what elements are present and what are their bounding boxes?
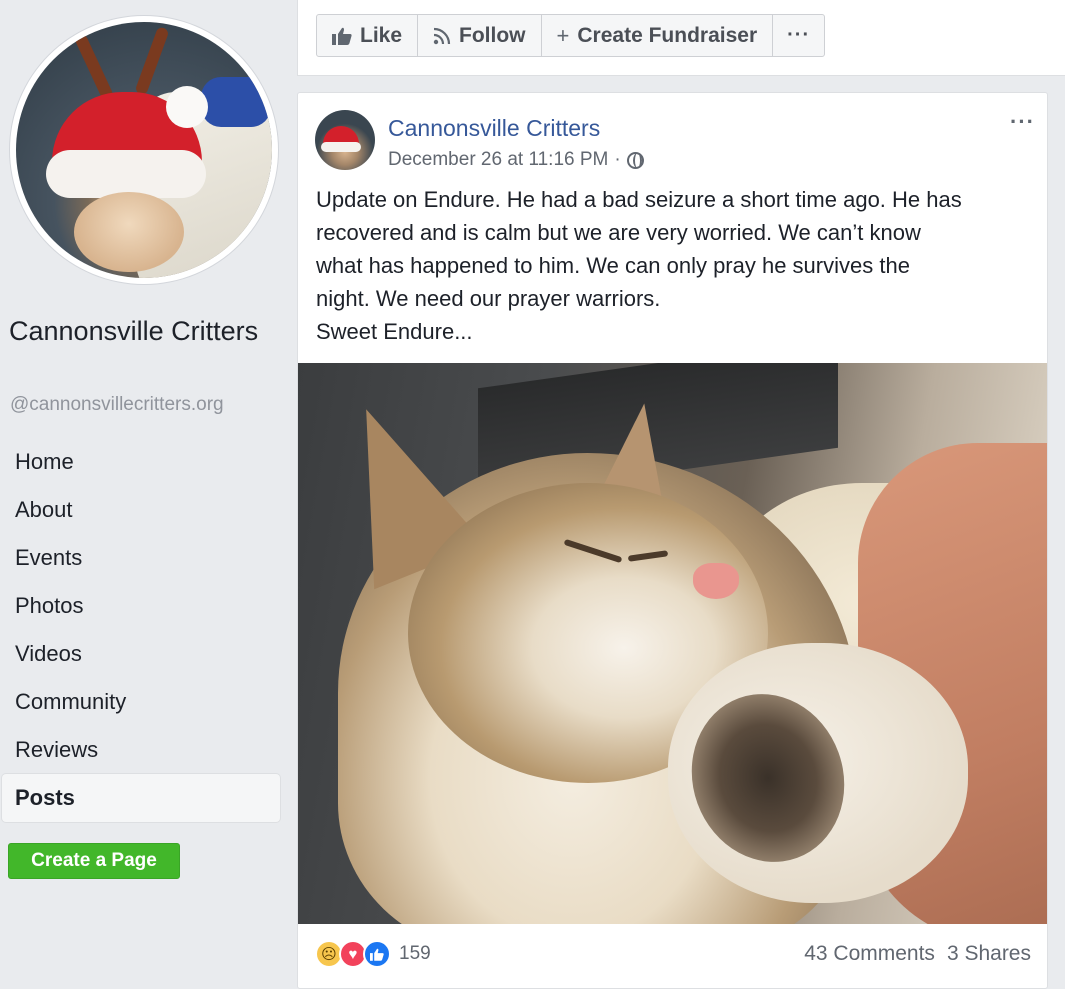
post-author-name[interactable]: Cannonsville Critters (388, 115, 600, 142)
follow-page-button[interactable]: Follow (418, 15, 542, 56)
nav-item-reviews[interactable]: Reviews (0, 726, 290, 774)
follow-label: Follow (459, 23, 526, 47)
page-action-bar: Like Follow + Create Fundraiser ··· (297, 0, 1065, 76)
page-sidebar: Cannonsville Critters @cannonsvillecritt… (0, 0, 290, 989)
nav-item-photos[interactable]: Photos (0, 582, 290, 630)
rss-icon (433, 27, 451, 44)
post-timestamp[interactable]: December 26 at 11:16 PM (388, 149, 608, 171)
globe-icon[interactable] (626, 151, 644, 169)
nav-item-home[interactable]: Home (0, 438, 290, 486)
post-text-line: Update on Endure. He had a bad seizure a… (316, 187, 962, 212)
create-fundraiser-button[interactable]: + Create Fundraiser (542, 15, 774, 56)
page-name[interactable]: Cannonsville Critters (9, 310, 279, 352)
thumbs-up-icon (332, 27, 352, 45)
nav-item-community[interactable]: Community (0, 678, 290, 726)
post-text-line: recovered and is calm but we are very wo… (316, 220, 921, 245)
engagement-counts: 43 Comments 3 Shares (804, 942, 1031, 966)
shares-count[interactable]: 3 Shares (947, 942, 1031, 966)
post-text-line: Sweet Endure... (316, 319, 473, 344)
post-options-button[interactable]: ··· (1010, 109, 1035, 135)
like-label: Like (360, 23, 403, 47)
page-nav: Home About Events Photos Videos Communit… (0, 438, 290, 822)
post-footer: ☹ ♥ 159 43 Comments 3 Shares (298, 924, 1047, 988)
like-reaction-icon (363, 940, 391, 968)
nav-item-about[interactable]: About (0, 486, 290, 534)
more-actions-button[interactable]: ··· (773, 15, 824, 56)
reactions-summary[interactable]: ☹ ♥ 159 (315, 940, 431, 968)
post-text-line: what has happened to him. We can only pr… (316, 253, 910, 278)
post-author-avatar[interactable] (315, 110, 375, 170)
post-card: Cannonsville Critters December 26 at 11:… (297, 92, 1048, 989)
action-button-group: Like Follow + Create Fundraiser ··· (316, 14, 826, 57)
page-handle[interactable]: @cannonsvillecritters.org (10, 394, 224, 416)
plus-icon: + (556, 22, 570, 48)
post-text-line: night. We need our prayer warriors. (316, 286, 661, 311)
fundraiser-label: Create Fundraiser (577, 23, 758, 47)
comments-count[interactable]: 43 Comments (804, 942, 935, 966)
nav-item-posts[interactable]: Posts (2, 774, 280, 822)
meta-separator: · (614, 149, 621, 170)
profile-picture[interactable] (10, 16, 278, 284)
like-page-button[interactable]: Like (317, 15, 419, 56)
nav-item-videos[interactable]: Videos (0, 630, 290, 678)
post-photo-injured-cat[interactable] (298, 363, 1047, 924)
nav-item-events[interactable]: Events (0, 534, 290, 582)
post-meta: December 26 at 11:16 PM · (388, 149, 644, 171)
profile-photo-kitten-santa-hat (16, 22, 272, 278)
post-text: Update on Endure. He had a bad seizure a… (316, 183, 1036, 348)
reaction-count: 159 (399, 943, 431, 964)
create-page-button[interactable]: Create a Page (8, 843, 180, 879)
